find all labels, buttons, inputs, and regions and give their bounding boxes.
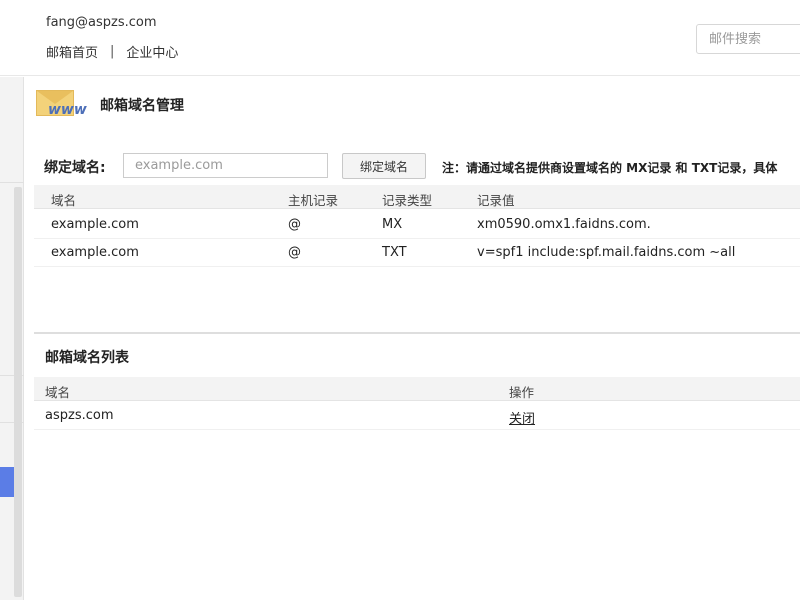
bind-note: 注：请通过域名提供商设置域名的 MX记录 和 TXT记录，具体: [442, 161, 778, 175]
table-row: example.com @ TXT v=spf1 include:spf.mai…: [34, 239, 800, 267]
domain-list-table: 域名 操作 aspzs.com 关闭: [34, 377, 800, 433]
nav-separator: |: [110, 44, 115, 59]
cell-domain: example.com: [51, 217, 139, 232]
cell-domain: aspzs.com: [45, 408, 114, 423]
nav-mailbox-home[interactable]: 邮箱首页: [46, 42, 98, 61]
bind-domain-input[interactable]: [124, 154, 327, 177]
table-header: 域名 操作: [34, 377, 800, 401]
page-title-row: www 邮箱域名管理: [36, 88, 184, 122]
column-header-domain: 域名: [45, 385, 71, 400]
column-header-value: 记录值: [477, 193, 515, 208]
mail-search-box[interactable]: [696, 24, 800, 54]
top-header: fang@aspzs.com 邮箱首页 | 企业中心: [0, 0, 800, 76]
column-header-domain: 域名: [51, 193, 77, 208]
bind-domain-label: 绑定域名:: [44, 160, 106, 176]
page-title: 邮箱域名管理: [100, 98, 184, 114]
column-header-type: 记录类型: [382, 193, 433, 208]
www-text: www: [48, 102, 87, 118]
column-header-action: 操作: [509, 385, 535, 400]
cell-host: @: [288, 217, 301, 232]
mail-search-input[interactable]: [697, 25, 800, 53]
cell-type: TXT: [382, 245, 407, 260]
bind-domain-field[interactable]: [123, 153, 328, 178]
column-header-host: 主机记录: [288, 193, 339, 208]
user-email: fang@aspzs.com: [46, 15, 157, 30]
cell-value: v=spf1 include:spf.mail.faidns.com ~all: [477, 245, 736, 260]
cell-value: xm0590.omx1.faidns.com.: [477, 217, 651, 232]
cell-domain: example.com: [51, 245, 139, 260]
cell-host: @: [288, 245, 301, 260]
left-sidebar: [0, 77, 24, 600]
table-row: example.com @ MX xm0590.omx1.faidns.com.: [34, 211, 800, 239]
close-domain-link[interactable]: 关闭: [509, 408, 535, 427]
dns-records-table: 域名 主机记录 记录类型 记录值 example.com @ MX xm0590…: [34, 185, 800, 267]
nav-enterprise-center[interactable]: 企业中心: [126, 42, 178, 61]
domain-list-title: 邮箱域名列表: [45, 350, 129, 366]
sidebar-scrollbar[interactable]: [14, 187, 22, 597]
sidebar-active-item[interactable]: [0, 467, 14, 497]
cell-type: MX: [382, 217, 403, 232]
table-header: 域名 主机记录 记录类型 记录值: [34, 185, 800, 209]
sidebar-divider: [0, 182, 24, 183]
section-divider: [34, 332, 800, 334]
table-row: aspzs.com 关闭: [34, 402, 800, 430]
top-nav: 邮箱首页 | 企业中心: [46, 42, 178, 61]
bind-domain-button[interactable]: 绑定域名: [342, 153, 426, 179]
mail-www-icon: www: [36, 88, 94, 122]
